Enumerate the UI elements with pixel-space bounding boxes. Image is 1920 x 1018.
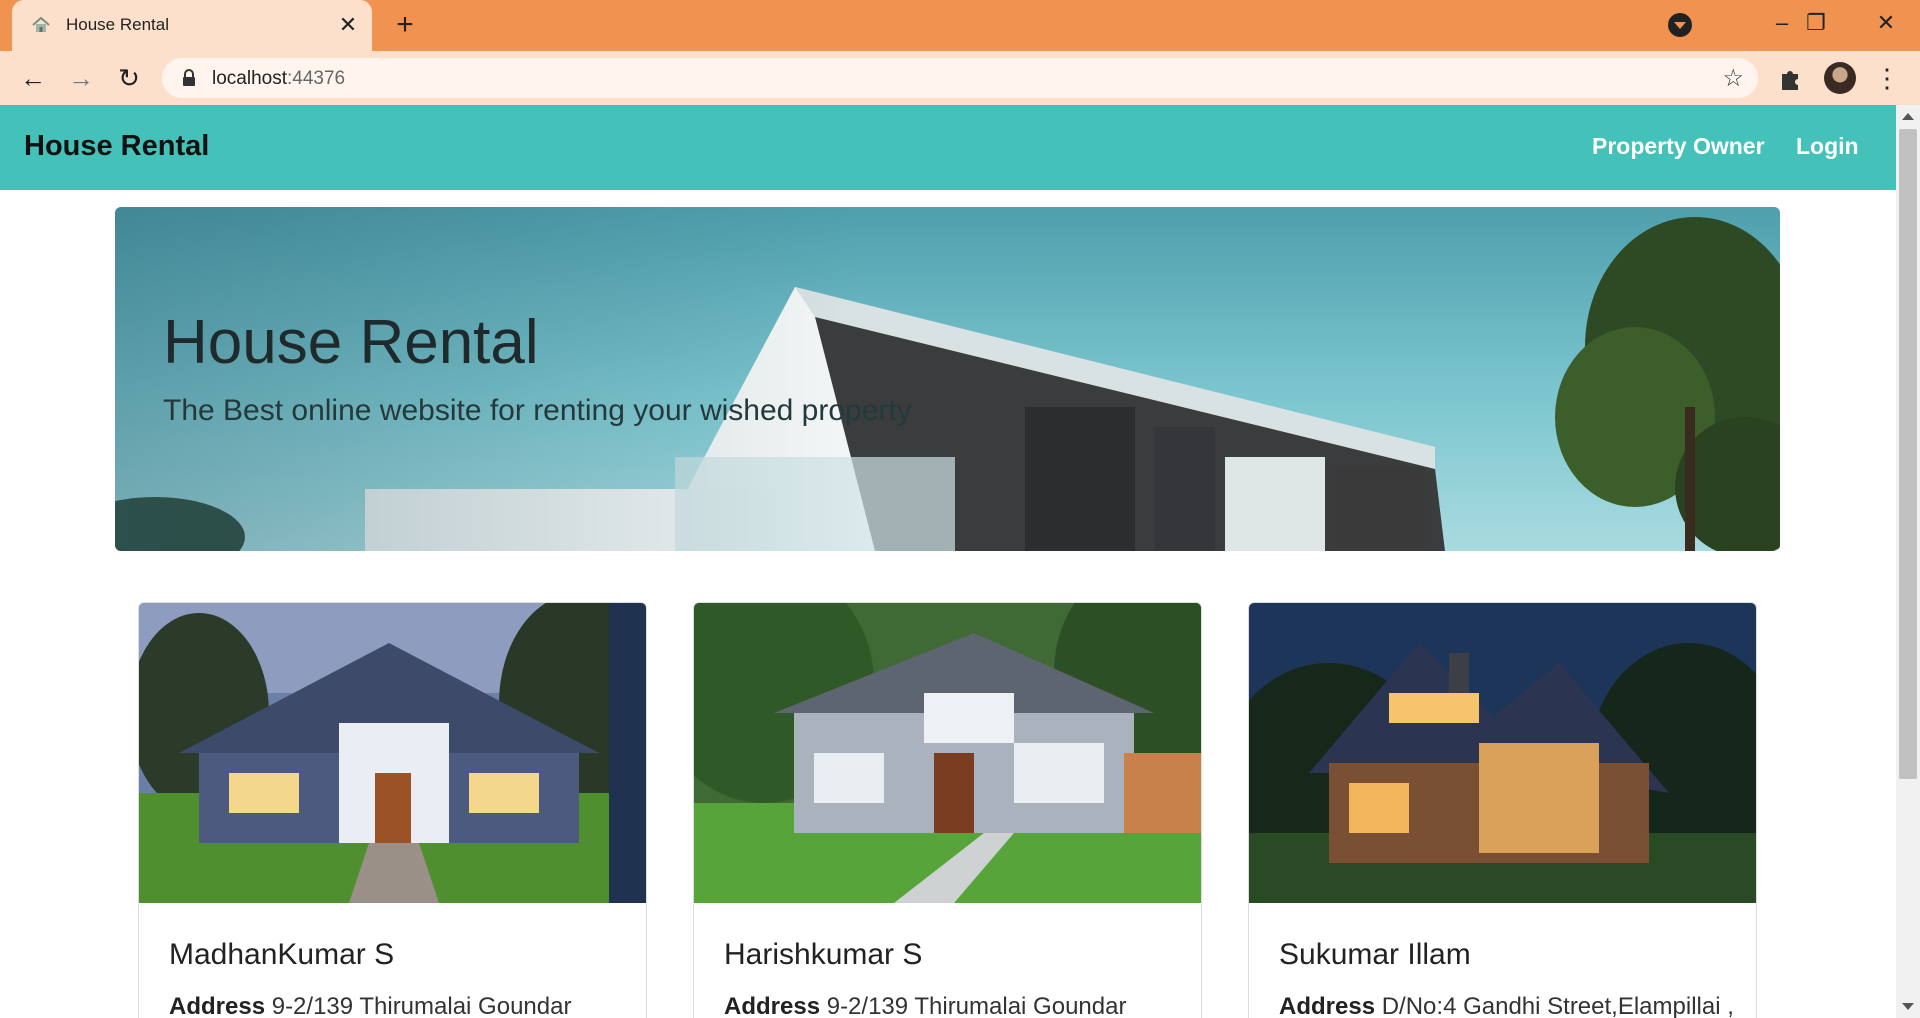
card-address: Address 9-2/139 Thirumalai Goundar <box>169 993 572 1018</box>
tab-title: House Rental <box>66 15 170 34</box>
address-bar[interactable]: localhost:44376 ☆ <box>162 58 1758 98</box>
browser-toolbar: ← → ↻ localhost:44376 ☆ ⋮ <box>0 51 1920 105</box>
property-card[interactable]: MadhanKumar S Address 9-2/139 Thirumalai… <box>138 602 647 1018</box>
card-owner-name: Sukumar Illam <box>1279 938 1471 971</box>
window-close-icon[interactable]: ✕ <box>1866 8 1906 38</box>
lock-icon <box>183 69 195 86</box>
nav-link-property-owner[interactable]: Property Owner <box>1592 133 1765 160</box>
house-favicon-icon <box>32 16 50 32</box>
property-image <box>694 603 1201 903</box>
arrow-left-icon[interactable]: ← <box>16 61 50 95</box>
card-owner-name: MadhanKumar S <box>169 938 395 971</box>
restore-icon[interactable]: ❐ <box>1796 8 1836 38</box>
nav-link-login[interactable]: Login <box>1796 133 1859 160</box>
hero-banner: House Rental The Best online website for… <box>115 207 1780 551</box>
avatar[interactable] <box>1824 62 1856 94</box>
star-icon[interactable]: ☆ <box>1722 64 1744 93</box>
tab-search-icon[interactable] <box>1668 13 1692 37</box>
kebab-menu-icon[interactable]: ⋮ <box>1874 61 1900 95</box>
scrollbar-thumb[interactable] <box>1899 129 1917 779</box>
puzzle-icon[interactable] <box>1776 64 1804 92</box>
property-image <box>139 603 646 903</box>
scroll-down-icon[interactable] <box>1902 1003 1914 1010</box>
hero-overlay <box>115 207 1780 551</box>
card-address: Address 9-2/139 Thirumalai Goundar <box>724 993 1127 1018</box>
page-viewport: House Rental Property Owner Login House … <box>0 105 1920 1018</box>
property-card[interactable]: Harishkumar S Address 9-2/139 Thirumalai… <box>693 602 1202 1018</box>
site-navbar: House Rental Property Owner Login <box>0 105 1896 190</box>
card-owner-name: Harishkumar S <box>724 938 923 971</box>
property-card[interactable]: Sukumar Illam Address D/No:4 Gandhi Stre… <box>1248 602 1757 1018</box>
arrow-right-icon[interactable]: → <box>64 61 98 95</box>
reload-icon[interactable]: ↻ <box>112 61 146 95</box>
vertical-scrollbar[interactable] <box>1896 105 1920 1018</box>
plus-icon[interactable]: + <box>390 10 420 40</box>
url-text: localhost:44376 <box>212 68 346 89</box>
scroll-up-icon[interactable] <box>1902 113 1914 120</box>
card-address: Address D/No:4 Gandhi Street,Elampillai … <box>1279 993 1734 1018</box>
close-icon[interactable]: ✕ <box>335 12 361 38</box>
site-brand[interactable]: House Rental <box>24 130 209 163</box>
browser-tabstrip: House Rental ✕ + – ❐ ✕ <box>0 0 1920 51</box>
hero-title: House Rental <box>163 308 539 377</box>
browser-tab[interactable]: House Rental ✕ <box>12 0 372 51</box>
hero-subtitle: The Best online website for renting your… <box>163 394 912 427</box>
property-image <box>1249 603 1756 903</box>
